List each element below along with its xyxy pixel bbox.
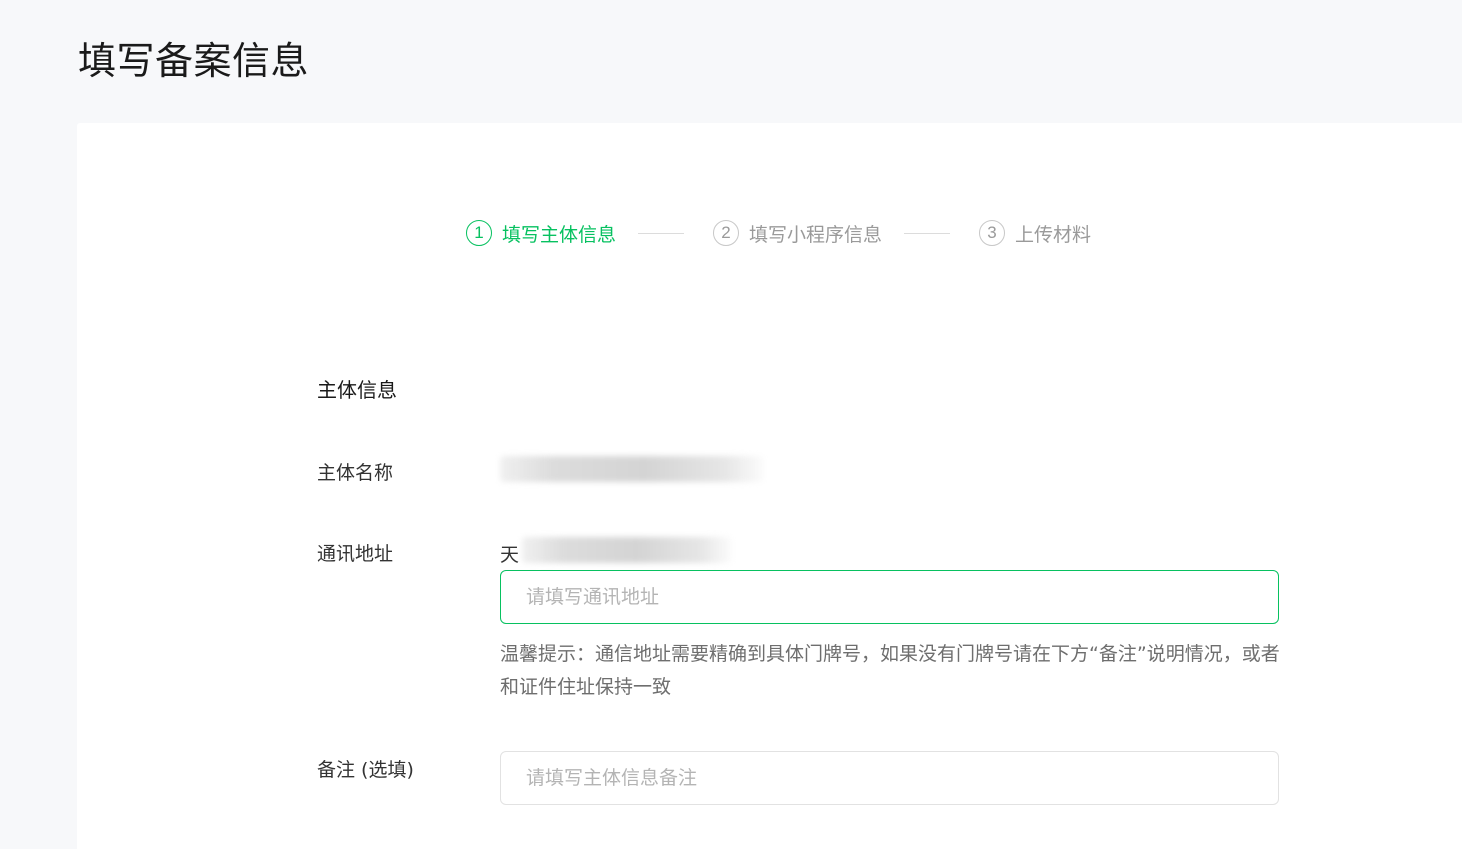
- section-title: 主体信息: [317, 378, 397, 402]
- subject-name-value-redacted: [500, 456, 764, 482]
- remark-input[interactable]: [500, 751, 1279, 805]
- step-fill-miniprogram-info: 2 填写小程序信息: [713, 220, 882, 247]
- step-connector: [638, 232, 685, 234]
- step-upload-materials: 3 上传材料: [979, 220, 1091, 247]
- address-input[interactable]: [500, 570, 1279, 624]
- step-label: 填写主体信息: [502, 223, 617, 246]
- step-label: 填写小程序信息: [749, 223, 883, 246]
- page-title: 填写备案信息: [78, 39, 310, 83]
- form-card: 1 填写主体信息 2 填写小程序信息 3 上传材料 主体信息 主体名称 通讯地址…: [77, 123, 1462, 849]
- subject-name-label: 主体名称: [317, 462, 394, 484]
- step-label: 上传材料: [1015, 223, 1092, 246]
- remark-label: 备注 (选填): [317, 759, 414, 781]
- step-number: 2: [713, 220, 740, 246]
- address-value-redacted: [522, 537, 732, 563]
- address-hint: 温馨提示：通信地址需要精确到具体门牌号，如果没有门牌号请在下方“备注”说明情况，…: [500, 643, 1280, 698]
- address-prefix-value: 天: [500, 544, 520, 566]
- step-fill-subject-info: 1 填写主体信息: [466, 220, 616, 247]
- step-number: 1: [466, 220, 492, 246]
- step-connector: [904, 232, 951, 234]
- address-label: 通讯地址: [317, 543, 394, 565]
- stepper: 1 填写主体信息 2 填写小程序信息 3 上传材料: [466, 218, 1091, 248]
- step-number: 3: [979, 220, 1006, 246]
